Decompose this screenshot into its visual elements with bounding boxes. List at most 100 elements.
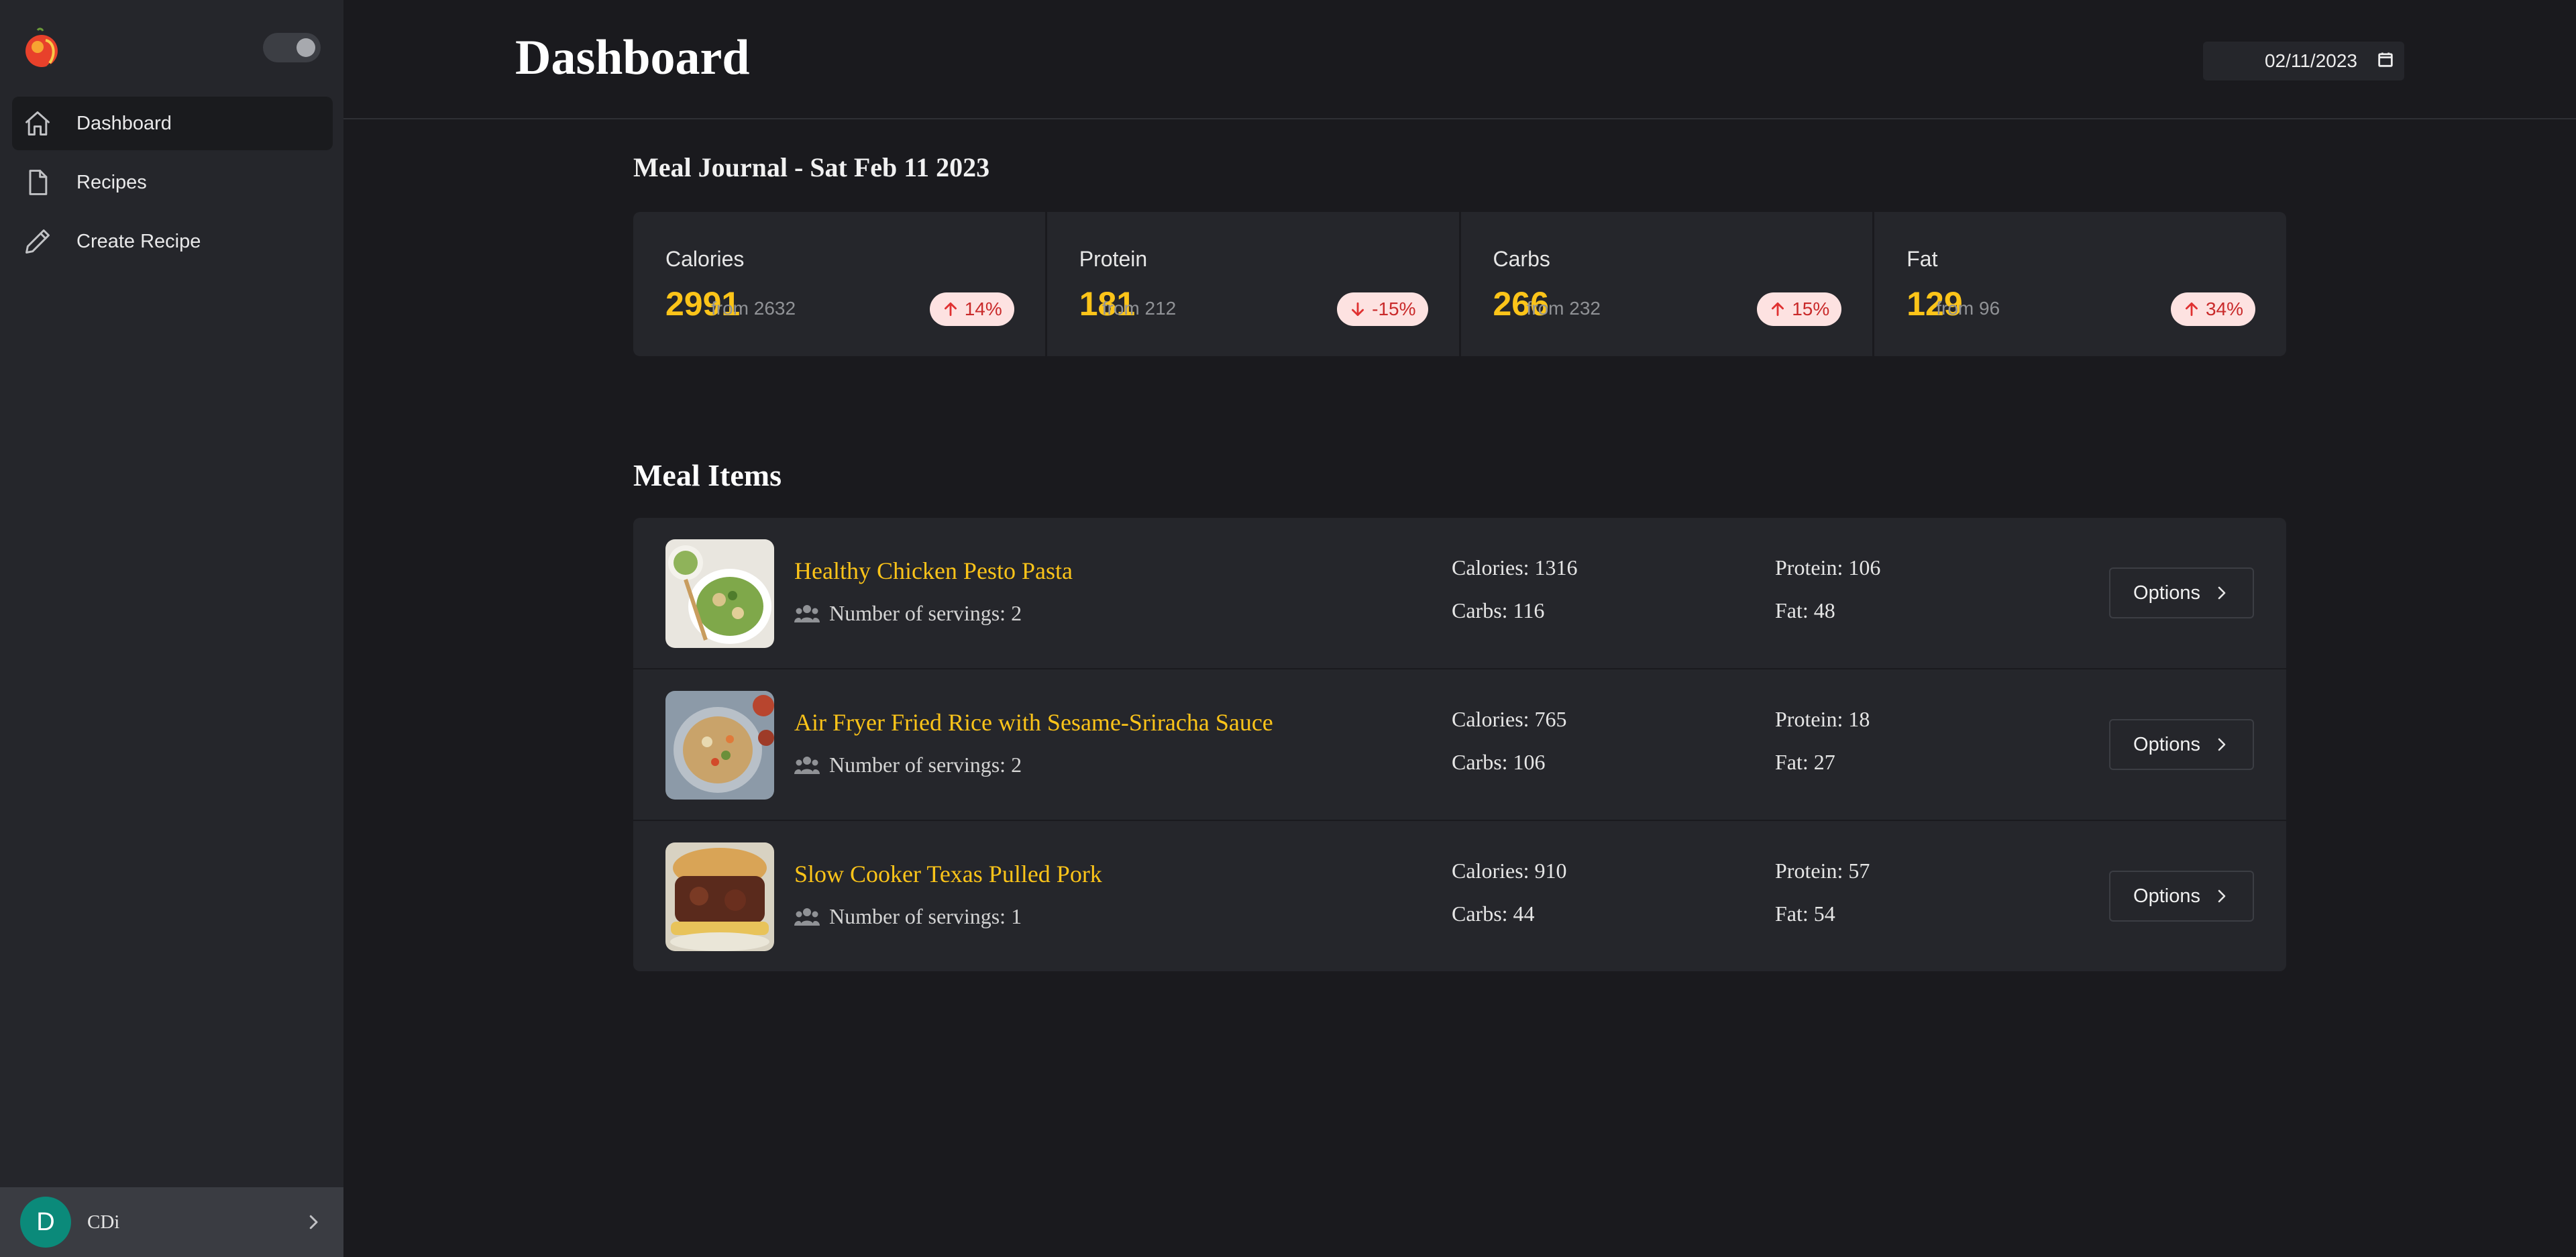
sidebar-item-dashboard[interactable]: Dashboard bbox=[12, 97, 333, 150]
protein-value: 106 bbox=[1848, 555, 1881, 580]
sidebar-item-create-recipe[interactable]: Create Recipe bbox=[12, 215, 333, 268]
calories-info: Calories: 765 bbox=[1452, 707, 1567, 732]
list-item: Healthy Chicken Pesto Pasta Number of se… bbox=[633, 518, 2286, 669]
stat-from: from 96 bbox=[1936, 298, 2000, 319]
fat-label: Fat: bbox=[1775, 598, 1809, 622]
protein-label: Protein: bbox=[1775, 555, 1843, 580]
servings-info: Number of servings: 1 bbox=[794, 904, 1022, 929]
arrow-up-icon bbox=[2185, 302, 2198, 317]
servings-value: 2 bbox=[1011, 601, 1022, 625]
pasta-salad-image bbox=[665, 539, 774, 648]
user-menu[interactable]: D CDi bbox=[0, 1187, 343, 1257]
carbs-label: Carbs: bbox=[1452, 901, 1508, 926]
meal-items-title: Meal Items bbox=[633, 458, 782, 492]
servings-label: Number of servings: bbox=[829, 753, 1006, 777]
home-icon bbox=[21, 107, 54, 140]
meal-image bbox=[665, 539, 774, 648]
protein-info: Protein: 18 bbox=[1775, 707, 1870, 732]
pulled-pork-image bbox=[665, 842, 774, 951]
stat-protein: Protein 181 from 212 -15% bbox=[1047, 212, 1461, 356]
chevron-right-icon bbox=[2218, 586, 2226, 600]
protein-info: Protein: 57 bbox=[1775, 859, 1870, 883]
calendar-icon[interactable] bbox=[2376, 50, 2395, 72]
stat-calories: Calories 2991 from 2632 14% bbox=[633, 212, 1047, 356]
servings-info: Number of servings: 2 bbox=[794, 601, 1022, 626]
app-logo[interactable] bbox=[23, 27, 63, 70]
carbs-info: Carbs: 44 bbox=[1452, 901, 1535, 926]
chevron-right-icon bbox=[2218, 889, 2226, 903]
sidebar: Dashboard Recipes Create Recipe D CDi bbox=[0, 0, 343, 1257]
arrow-up-icon bbox=[1772, 302, 1784, 317]
change-badge: 14% bbox=[929, 292, 1014, 326]
stat-name: Calories bbox=[665, 247, 745, 271]
calories-info: Calories: 910 bbox=[1452, 859, 1567, 883]
servings-label: Number of servings: bbox=[829, 904, 1006, 928]
options-label: Options bbox=[2133, 885, 2200, 907]
users-icon bbox=[794, 756, 820, 774]
stat-carbs: Carbs 266 from 232 15% bbox=[1461, 212, 1875, 356]
user-name: CDi bbox=[87, 1211, 120, 1233]
change-percent: -15% bbox=[1372, 298, 1416, 319]
calories-value: 1316 bbox=[1534, 555, 1578, 580]
carbs-label: Carbs: bbox=[1452, 750, 1508, 774]
calories-label: Calories: bbox=[1452, 859, 1529, 883]
meal-name-link[interactable]: Healthy Chicken Pesto Pasta bbox=[794, 557, 1073, 585]
servings-value: 2 bbox=[1011, 753, 1022, 777]
options-label: Options bbox=[2133, 733, 2200, 755]
carbs-info: Carbs: 106 bbox=[1452, 750, 1546, 775]
date-picker-input[interactable]: 02/11/2023 bbox=[2203, 42, 2404, 80]
stat-from: from 232 bbox=[1526, 298, 1601, 319]
theme-toggle[interactable] bbox=[263, 33, 321, 62]
stat-from: from 212 bbox=[1102, 298, 1177, 319]
carbs-value: 106 bbox=[1513, 750, 1546, 774]
calories-label: Calories: bbox=[1452, 707, 1529, 731]
list-item: Slow Cooker Texas Pulled Pork Number of … bbox=[633, 821, 2286, 971]
list-item: Air Fryer Fried Rice with Sesame-Srirach… bbox=[633, 669, 2286, 821]
options-button[interactable]: Options bbox=[2109, 871, 2254, 922]
file-icon bbox=[21, 166, 54, 199]
page-title: Dashboard bbox=[515, 30, 750, 85]
stat-fat: Fat 129 from 96 34% bbox=[1874, 212, 2286, 356]
sidebar-item-recipes[interactable]: Recipes bbox=[12, 156, 333, 209]
toggle-knob bbox=[297, 38, 315, 57]
stat-from: from 2632 bbox=[711, 298, 796, 319]
sidebar-item-label: Recipes bbox=[76, 171, 147, 193]
fat-value: 54 bbox=[1813, 901, 1835, 926]
servings-info: Number of servings: 2 bbox=[794, 753, 1022, 777]
protein-label: Protein: bbox=[1775, 707, 1843, 731]
meal-name-link[interactable]: Slow Cooker Texas Pulled Pork bbox=[794, 860, 1102, 888]
calories-value: 765 bbox=[1534, 707, 1567, 731]
arrow-up-icon bbox=[944, 302, 957, 317]
calories-label: Calories: bbox=[1452, 555, 1529, 580]
change-percent: 14% bbox=[964, 298, 1002, 319]
stat-name: Fat bbox=[1907, 247, 1938, 271]
options-label: Options bbox=[2133, 582, 2200, 604]
sidebar-item-label: Dashboard bbox=[76, 112, 172, 134]
stat-name: Protein bbox=[1079, 247, 1148, 271]
meal-name-link[interactable]: Air Fryer Fried Rice with Sesame-Srirach… bbox=[794, 708, 1273, 736]
date-value: 02/11/2023 bbox=[2264, 50, 2357, 71]
fat-info: Fat: 54 bbox=[1775, 901, 1835, 926]
change-badge: 34% bbox=[2170, 292, 2255, 326]
options-button[interactable]: Options bbox=[2109, 719, 2254, 770]
carbs-value: 116 bbox=[1513, 598, 1545, 622]
fat-info: Fat: 27 bbox=[1775, 750, 1835, 775]
users-icon bbox=[794, 908, 820, 926]
fat-value: 48 bbox=[1813, 598, 1835, 622]
stat-name: Carbs bbox=[1493, 247, 1550, 271]
users-icon bbox=[794, 604, 820, 622]
carbs-label: Carbs: bbox=[1452, 598, 1508, 622]
change-badge: 15% bbox=[1757, 292, 1842, 326]
chevron-right-icon bbox=[303, 1212, 323, 1232]
change-percent: 15% bbox=[1792, 298, 1830, 319]
meal-image bbox=[665, 691, 774, 800]
chevron-right-icon bbox=[2218, 738, 2226, 751]
protein-value: 57 bbox=[1848, 859, 1870, 883]
options-button[interactable]: Options bbox=[2109, 567, 2254, 618]
fried-rice-image bbox=[665, 691, 774, 800]
protein-label: Protein: bbox=[1775, 859, 1843, 883]
sidebar-nav: Dashboard Recipes Create Recipe bbox=[12, 97, 333, 274]
fat-label: Fat: bbox=[1775, 901, 1809, 926]
arrow-down-icon bbox=[1352, 302, 1364, 317]
page-header: Dashboard 02/11/2023 bbox=[343, 0, 2576, 119]
